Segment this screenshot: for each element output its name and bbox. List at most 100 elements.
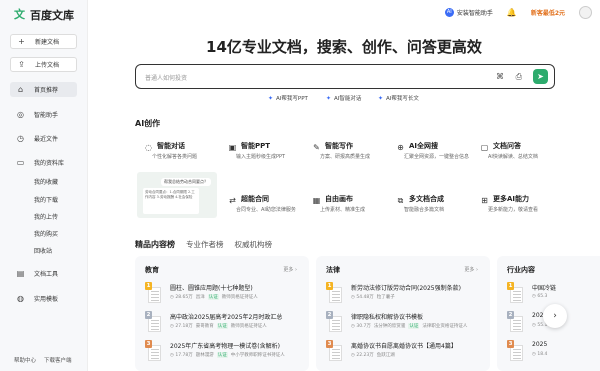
more-link[interactable]: 更多 › <box>464 266 478 273</box>
install-assistant-button[interactable]: AI 安装智能助手 <box>444 8 493 17</box>
home-icon: ⌂ <box>17 85 24 94</box>
chat-icon: ◌ <box>145 143 152 152</box>
sidebar-subitem-trash[interactable]: 回收站 <box>34 246 52 255</box>
ai-card-name: 多文档合成 <box>409 195 444 203</box>
doc-meta: ◷ 54.48万 粒了薯子 <box>351 294 395 300</box>
ai-card-desc: 上传素材、精准生成 <box>320 207 366 213</box>
sidebar-item-assistant[interactable]: ◎ 智能助手 <box>10 107 77 122</box>
ai-card-desc: 合同专业、AI助您法律服务 <box>236 207 296 213</box>
sidebar-footer: 帮助中心 下载客户端 <box>14 356 72 364</box>
plus-icon: + <box>18 37 25 46</box>
preview-doc: 劳动合同要点：1.合同期限 2.工作内容 3.劳动报酬 4.社会保险 <box>143 188 199 214</box>
sidebar-subitem-uploads[interactable]: 我的上传 <box>34 212 58 221</box>
ranking-tabs: 精品内容榜 专业作者榜 权威机构榜 <box>135 239 272 250</box>
quick-action-chat[interactable]: ✦ AI智能对话 <box>326 94 362 103</box>
help-center-link[interactable]: 帮助中心 <box>14 356 36 364</box>
more-link[interactable]: 更多 › <box>283 266 297 273</box>
sparkle-icon: ✦ <box>268 94 274 102</box>
ai-card-name: 自由画布 <box>325 195 353 203</box>
upload-doc-button[interactable]: ⇪ 上传文档 <box>10 57 77 72</box>
ppt-icon: ▣ <box>228 143 237 152</box>
image-search-icon[interactable]: ⌘ <box>496 72 504 81</box>
sidebar-item-recent[interactable]: ◷ 最近文件 <box>10 131 77 146</box>
send-button[interactable]: ➤ <box>533 69 548 84</box>
author-name: 豪哥教育 <box>195 324 214 329</box>
author-name: 法分钟的欣赏骚 <box>373 324 406 329</box>
doc-meta: ◷ 65.3 <box>532 294 547 299</box>
ai-preview-image: 帮我总结劳动合同要点？ 劳动合同要点：1.合同期限 2.工作内容 3.劳动报酬 … <box>137 172 217 218</box>
doc-title: 2025 <box>532 341 548 348</box>
multidoc-icon: ⧉ <box>397 196 404 205</box>
list-item[interactable]: 1 圆柱、圆锥应用题(十七种题型) ◷ 28.65万 昌洋 认证 教师资格证持证… <box>145 282 295 304</box>
list-item[interactable]: 2 高中政治2025届高考2025年2月时政汇总 ◷ 27.18万 豪哥教育 认… <box>145 311 295 333</box>
ai-card-name: 智能对话 <box>157 142 185 150</box>
bell-icon[interactable]: 🔔 <box>507 8 517 17</box>
page-title: 14亿专业文档，搜索、创作、问答更高效 <box>206 38 482 56</box>
new-doc-label: 新建文档 <box>35 39 60 46</box>
rank-badge: 3 <box>507 340 514 348</box>
canvas-icon: ▦ <box>312 196 321 205</box>
avatar[interactable] <box>579 6 592 19</box>
ai-card-desc: AI快读解读、总结文档 <box>488 154 538 160</box>
list-item[interactable]: 1 新劳动法修订版劳动合同(2025强制条款) ◷ 54.48万 粒了薯子 <box>326 282 476 304</box>
ai-card-name: 文档问答 <box>493 142 521 150</box>
file-upload-icon[interactable]: ⎙ <box>516 72 522 82</box>
doc-title: 律职隐私权和解协议书模板 <box>351 314 424 321</box>
quick-action-label: AI帮我写长文 <box>386 96 419 102</box>
list-item[interactable]: 3 2025 ◷ 18.4 <box>507 340 600 362</box>
assistant-badge-icon: AI <box>444 8 454 17</box>
quick-action-longtext[interactable]: ✦ AI帮我写长文 <box>378 94 419 103</box>
upload-icon: ⇪ <box>18 60 25 69</box>
quick-action-ppt[interactable]: ✦ AI帮我写PPT <box>268 94 308 103</box>
doc-meta: ◷ 30.7万 法分钟的欣赏骚 认证 法律职业资格证持证人 <box>351 323 467 329</box>
author-name: 昌洋 <box>195 295 205 300</box>
sidebar-item-templates[interactable]: ◍ 实用模板 <box>10 291 77 306</box>
sidebar-subitem-favorites[interactable]: 我的收藏 <box>34 177 58 186</box>
doc-qa-icon: ▢ <box>480 143 489 152</box>
quick-action-label: AI智能对话 <box>334 96 362 102</box>
rank-badge: 1 <box>326 282 333 290</box>
list-item[interactable]: 3 2025年广东省高考物理一模试卷(含解析) ◷ 17.78万 题林漫游 认证… <box>145 340 295 362</box>
sidebar-item-doc-tools[interactable]: ▤ 文档工具 <box>10 266 77 281</box>
quick-action-label: AI帮我写PPT <box>276 96 308 102</box>
tab-quality-content[interactable]: 精品内容榜 <box>135 239 175 250</box>
clock-icon: ◷ <box>17 134 24 143</box>
verified-badge: 认证 <box>216 352 228 358</box>
ai-card-desc: 更多新能力，敬请查看 <box>488 207 539 213</box>
pen-icon: ✎ <box>313 143 320 152</box>
sidebar-item-library[interactable]: ▭ 我的资料库 <box>10 155 77 170</box>
ai-card-name: 智能PPT <box>241 142 271 150</box>
tab-pro-authors[interactable]: 专业作者榜 <box>186 239 224 250</box>
logo-icon: 文 <box>14 8 25 21</box>
sidebar-item-home[interactable]: ⌂ 首页推荐 <box>10 82 77 97</box>
sidebar-item-label: 首页推荐 <box>34 87 59 94</box>
ai-card-name: 更多AI能力 <box>493 195 530 203</box>
author-name: 鱼跃江湖 <box>376 353 395 358</box>
list-item[interactable]: 3 离婚协议书自愿离婚协议书【通用4篇】 ◷ 22.23万 鱼跃江湖 <box>326 340 476 362</box>
list-item[interactable]: 1 中国冷链 ◷ 65.3 <box>507 282 600 304</box>
doc-meta: ◷ 18.4 <box>532 352 547 357</box>
search-input[interactable]: 普通人如何投资 <box>145 73 187 82</box>
chevron-right-icon[interactable]: › <box>543 304 567 328</box>
logo[interactable]: 文 百度文库 <box>14 7 74 23</box>
rank-badge: 3 <box>145 340 152 348</box>
rank-badge: 2 <box>145 311 152 319</box>
install-assistant-label: 安装智能助手 <box>456 10 493 17</box>
rank-badge: 3 <box>326 340 333 348</box>
ai-card-desc: 智能融合多篇文档 <box>404 207 445 213</box>
grid-icon: ⊞ <box>481 196 488 205</box>
doc-title: 中国冷链 <box>532 285 557 292</box>
tab-authorities[interactable]: 权威机构榜 <box>235 239 273 250</box>
search-box[interactable]: 普通人如何投资 ⌘ ⎙ ➤ <box>135 64 555 89</box>
doc-meta: ◷ 22.23万 鱼跃江湖 <box>351 352 395 358</box>
doc-title: 高中政治2025届高考2025年2月时政汇总 <box>170 314 283 321</box>
author-name: 题林漫游 <box>195 353 214 358</box>
sidebar-subitem-downloads[interactable]: 我的下载 <box>34 195 58 204</box>
sparkle-icon: ✦ <box>378 94 384 102</box>
download-client-link[interactable]: 下载客户端 <box>44 356 72 364</box>
promo-link[interactable]: 新客最低2元 <box>531 8 565 17</box>
list-item[interactable]: 2 律职隐私权和解协议书模板 ◷ 30.7万 法分钟的欣赏骚 认证 法律职业资格… <box>326 311 476 333</box>
folder-icon: ▭ <box>16 158 25 167</box>
new-doc-button[interactable]: + 新建文档 <box>10 34 77 49</box>
sidebar-subitem-purchases[interactable]: 我的购买 <box>34 229 58 238</box>
